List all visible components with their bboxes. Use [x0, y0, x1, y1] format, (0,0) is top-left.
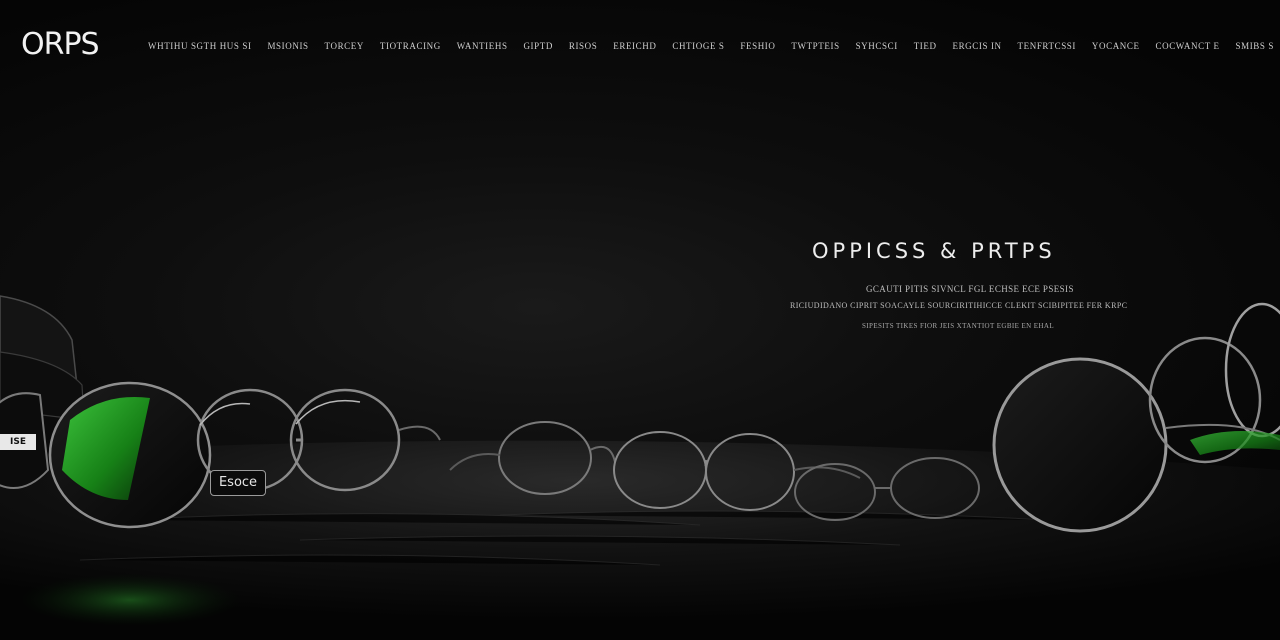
eyewear-scene-image: [0, 295, 1280, 640]
nav-item-12[interactable]: SYHCSCI: [856, 40, 898, 52]
nav-item-18[interactable]: SMIBS S: [1235, 40, 1273, 52]
hero-title: OPPICSS & PRTPS: [812, 239, 1056, 263]
nav-item-15[interactable]: TENFRTCSSI: [1018, 40, 1076, 52]
nav-item-4[interactable]: TIOTRACING: [380, 40, 441, 52]
hero-subtitle-line-1: GCAUTI PITIS SIVNCL FGL ECHSE ECE PSESIS: [866, 284, 1074, 294]
green-reflection: [20, 574, 240, 626]
main-nav: WHTIHU SGTH HUS SI MSIONIS TORCEY TIOTRA…: [148, 40, 1274, 52]
nav-item-13[interactable]: TIED: [914, 40, 937, 52]
nav-item-2[interactable]: MSIONIS: [267, 40, 308, 52]
nav-item-8[interactable]: EREICHD: [613, 40, 656, 52]
nav-item-3[interactable]: TORCEY: [325, 40, 364, 52]
nav-item-9[interactable]: CHTIOGE S: [672, 40, 724, 52]
nav-item-10[interactable]: FESHIO: [740, 40, 775, 52]
nav-item-14[interactable]: ERGCIS IN: [952, 40, 1001, 52]
product-tag-label: Esoce: [210, 470, 266, 496]
nav-item-1[interactable]: WHTIHU SGTH HUS SI: [148, 40, 252, 52]
brand-logo[interactable]: ORPS: [21, 27, 100, 63]
nav-item-11[interactable]: TWTPTEIS: [791, 40, 839, 52]
nav-item-6[interactable]: GIPTD: [523, 40, 553, 52]
nav-item-5[interactable]: WANTIEHS: [457, 40, 508, 52]
hero-subtitle-line-2: RICIUDIDANO CIPRIT SOACAYLE SOURCIRITIHI…: [790, 301, 1128, 310]
nav-item-17[interactable]: COCWANCT E: [1156, 40, 1220, 52]
nav-item-16[interactable]: YOCANCE: [1092, 40, 1140, 52]
hero-subtitle-line-3: SIPESITS TIKES FIOR JEIS XTANTIOT EGBIE …: [862, 322, 1055, 330]
lens-badge: ISE: [0, 434, 36, 450]
hero-page: ISE Esoce ORPS WHTIHU SGTH HUS SI MSIONI…: [0, 0, 1280, 640]
nav-item-7[interactable]: RISOS: [569, 40, 598, 52]
site-header: ORPS WHTIHU SGTH HUS SI MSIONIS TORCEY T…: [0, 0, 1280, 80]
